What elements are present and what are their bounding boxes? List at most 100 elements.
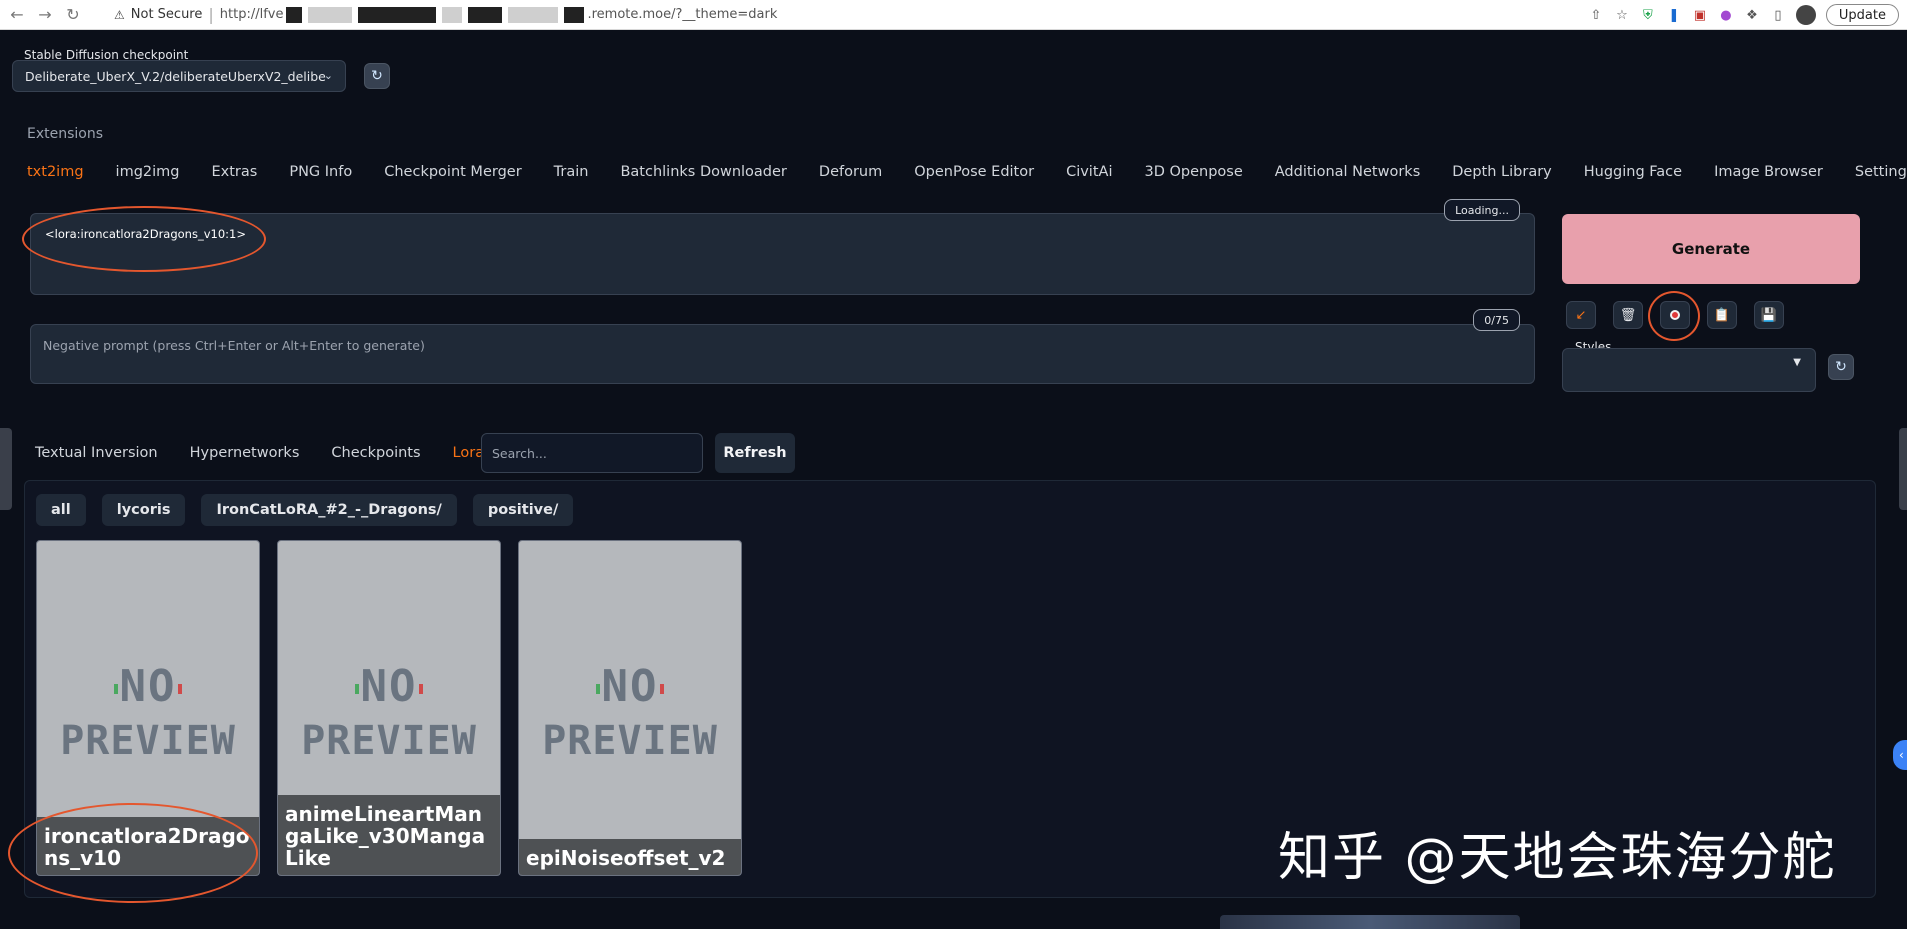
chevron-left-icon: ‹ — [1899, 748, 1904, 762]
redaction — [308, 6, 353, 23]
tab-3d-openpose[interactable]: 3D Openpose — [1144, 164, 1242, 180]
lora-card-name: ironcatlora2Dragons_v10 — [37, 817, 259, 875]
reload-icon[interactable]: ↻ — [62, 4, 84, 26]
forward-arrow-icon[interactable]: → — [34, 4, 56, 26]
extension-icon[interactable]: ❚ — [1666, 7, 1682, 23]
tab-png-info[interactable]: PNG Info — [289, 164, 352, 180]
clipboard-icon: 📋 — [1713, 307, 1731, 323]
redaction — [508, 6, 559, 23]
tab-checkpoints[interactable]: Checkpoints — [331, 445, 420, 461]
partial-image — [1220, 915, 1520, 929]
filter-lycoris[interactable]: lycoris — [101, 494, 186, 526]
no-preview-image: NO PREVIEW — [60, 661, 236, 764]
lora-card-name: animeLineartMangaLike_v30MangaLike — [278, 795, 500, 875]
tab-textual-inversion[interactable]: Textual Inversion — [35, 445, 158, 461]
styles-dropdown[interactable]: ▼ — [1562, 348, 1816, 392]
extension-icon[interactable]: ▣ — [1692, 7, 1708, 23]
tab-openpose-editor[interactable]: OpenPose Editor — [914, 164, 1034, 180]
redaction — [564, 6, 585, 23]
tab-hypernetworks[interactable]: Hypernetworks — [190, 445, 300, 461]
redaction — [442, 6, 463, 23]
tab-settings[interactable]: Settings — [1855, 164, 1907, 180]
lora-card-name: epiNoiseoffset_v2 — [519, 839, 741, 875]
tab-image-browser[interactable]: Image Browser — [1714, 164, 1823, 180]
tab-extras[interactable]: Extras — [212, 164, 258, 180]
watermark: 知乎 @天地会珠海分舵 — [1278, 828, 1837, 888]
extension-icon[interactable]: ● — [1718, 7, 1734, 23]
warning-icon: ⚠ — [114, 7, 125, 22]
tab-additional-networks[interactable]: Additional Networks — [1275, 164, 1421, 180]
clear-prompt-button[interactable]: 🗑 — [1613, 301, 1643, 329]
search-input[interactable] — [481, 433, 703, 473]
trash-icon: 🗑 — [1619, 307, 1637, 323]
address-bar[interactable]: http://lfve .remote.moe/?__theme=dark — [219, 6, 778, 23]
save-style-button[interactable]: 💾 — [1754, 301, 1784, 329]
tab-hugging-face[interactable]: Hugging Face — [1584, 164, 1682, 180]
floppy-disk-icon: 💾 — [1760, 307, 1778, 323]
browser-toolbar: ← → ↻ ⚠ Not Secure | http://lfve .remote… — [0, 0, 1907, 30]
lora-card[interactable]: NO PREVIEW ironcatlora2Dragons_v10 — [36, 540, 260, 876]
url-separator: | — [208, 5, 214, 24]
prompt-input[interactable]: <lora:ironcatlora2Dragons_v10:1> Loading… — [30, 199, 1535, 295]
extra-networks-tabs: Textual Inversion Hypernetworks Checkpoi… — [35, 445, 516, 461]
bookmark-star-icon[interactable]: ☆ — [1614, 7, 1630, 23]
filter-positive[interactable]: positive/ — [472, 494, 574, 526]
chevron-down-icon: ⌄ — [323, 69, 333, 82]
tab-img2img[interactable]: img2img — [116, 164, 180, 180]
tab-civitai[interactable]: CivitAi — [1066, 164, 1112, 180]
redaction — [286, 6, 303, 23]
read-params-button[interactable]: ↙ — [1566, 301, 1596, 329]
no-preview-image: NO PREVIEW — [301, 661, 477, 764]
filter-all[interactable]: all — [36, 494, 86, 526]
back-arrow-icon[interactable]: ← — [6, 4, 28, 26]
refresh-icon: ↻ — [1835, 359, 1847, 375]
refresh-networks-button[interactable]: Refresh — [715, 433, 795, 473]
tab-txt2img[interactable]: txt2img — [27, 164, 84, 180]
show-extra-networks-button[interactable] — [1660, 301, 1690, 329]
tab-checkpoint-merger[interactable]: Checkpoint Merger — [384, 164, 521, 180]
right-scrollbar[interactable] — [1899, 428, 1907, 510]
prompt-tools: ↙ 🗑 📋 💾 — [1566, 301, 1784, 329]
share-icon[interactable]: ⇧ — [1588, 7, 1604, 23]
folder-filters: all lycoris IronCatLoRA_#2_-_Dragons/ po… — [36, 494, 574, 526]
update-button[interactable]: Update — [1825, 4, 1899, 26]
negative-token-count: 0/75 — [1473, 309, 1520, 331]
puzzle-icon[interactable]: ❖ — [1744, 7, 1760, 23]
tab-train[interactable]: Train — [554, 164, 589, 180]
arrow-down-left-icon: ↙ — [1575, 307, 1587, 323]
url-suffix: .remote.moe/?__theme=dark — [587, 7, 778, 22]
lora-card[interactable]: NO PREVIEW animeLineartMangaLike_v30Mang… — [277, 540, 501, 876]
negative-prompt-input[interactable]: Negative prompt (press Ctrl+Enter or Alt… — [30, 309, 1535, 384]
bottom-strip — [0, 912, 1907, 929]
refresh-icon: ↻ — [371, 68, 383, 84]
main-tabs: txt2img img2img Extras PNG Info Checkpoi… — [27, 164, 1907, 180]
shield-extension-icon[interactable]: ⛨ — [1640, 7, 1656, 23]
url-prefix: http://lfve — [219, 7, 284, 22]
security-label: Not Secure — [130, 7, 203, 22]
apply-styles-button[interactable]: 📋 — [1707, 301, 1737, 329]
tab-batchlinks-downloader[interactable]: Batchlinks Downloader — [620, 164, 786, 180]
caret-down-icon: ▼ — [1793, 357, 1801, 368]
checkpoint-dropdown[interactable]: Deliberate_UberX_V.2/deliberateUberxV2_d… — [12, 60, 346, 92]
refresh-styles-button[interactable]: ↻ — [1828, 354, 1854, 380]
negative-prompt-placeholder: Negative prompt (press Ctrl+Enter or Alt… — [43, 338, 425, 353]
no-preview-image: NO PREVIEW — [542, 661, 718, 764]
prompt-token-count: Loading... — [1444, 199, 1520, 221]
redaction — [358, 6, 437, 23]
left-collapse-handle[interactable] — [0, 428, 12, 510]
filter-ironcat-dragons[interactable]: IronCatLoRA_#2_-_Dragons/ — [201, 494, 457, 526]
tab-deforum[interactable]: Deforum — [819, 164, 882, 180]
tab-lora[interactable]: Lora — [453, 445, 485, 461]
profile-avatar[interactable] — [1795, 5, 1816, 25]
side-widget-tab[interactable]: ‹ — [1893, 740, 1907, 770]
refresh-checkpoint-button[interactable]: ↻ — [364, 63, 390, 89]
checkpoint-value: Deliberate_UberX_V.2/deliberateUberxV2_d… — [25, 68, 326, 84]
red-dot-icon — [1670, 310, 1680, 320]
browser-actions: ⇧ ☆ ⛨ ❚ ▣ ● ❖ ▯ Update — [1588, 0, 1907, 30]
lora-card[interactable]: NO PREVIEW epiNoiseoffset_v2 — [518, 540, 742, 876]
generate-button[interactable]: Generate — [1562, 214, 1860, 284]
security-indicator[interactable]: ⚠ Not Secure — [114, 7, 202, 22]
sidepanel-icon[interactable]: ▯ — [1770, 7, 1786, 23]
extensions-label: Extensions — [27, 126, 104, 142]
tab-depth-library[interactable]: Depth Library — [1452, 164, 1551, 180]
